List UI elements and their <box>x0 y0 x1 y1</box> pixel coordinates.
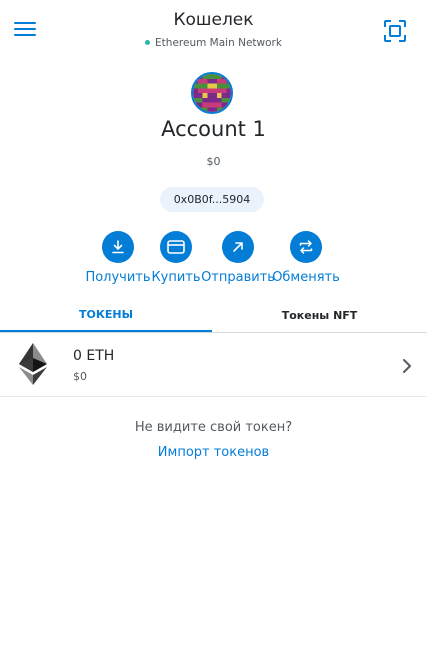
receive-icon <box>102 231 134 263</box>
ethereum-icon <box>19 343 47 385</box>
card-icon <box>160 231 192 263</box>
swap-label: Обменять <box>272 270 340 285</box>
swap-button[interactable]: Обменять <box>268 231 344 285</box>
action-bar: Получить Купить Отправить Обменять <box>0 231 427 291</box>
page-title: Кошелек <box>173 10 254 30</box>
network-status-dot <box>145 40 151 45</box>
address-copy-button[interactable]: 0x0B0f...5904 <box>160 187 264 212</box>
token-fiat-value: $0 <box>73 370 87 383</box>
account-name: Account 1 <box>161 117 266 141</box>
app-header: Кошелек Ethereum Main Network <box>0 0 427 62</box>
swap-icon <box>290 231 322 263</box>
send-arrow-icon <box>222 231 254 263</box>
asset-tabs: ТОКЕНЫ Токены NFT <box>0 298 427 333</box>
tab-nft[interactable]: Токены NFT <box>212 298 427 332</box>
send-button[interactable]: Отправить <box>200 231 276 285</box>
no-token-text: Не видите свой токен? <box>134 420 293 435</box>
network-label: Ethereum Main Network <box>155 36 282 49</box>
account-balance: $0 <box>206 155 221 168</box>
token-row[interactable]: 0 ETH $0 <box>0 333 427 397</box>
token-amount: 0 ETH <box>73 348 115 364</box>
title-block: Кошелек Ethereum Main Network <box>0 10 427 49</box>
account-avatar[interactable] <box>191 72 233 114</box>
network-selector[interactable]: Ethereum Main Network <box>145 37 282 49</box>
qr-scan-icon[interactable] <box>383 19 407 43</box>
send-label: Отправить <box>201 270 275 285</box>
import-tokens-link[interactable]: Импорт токенов <box>0 445 427 460</box>
chevron-right-icon <box>402 358 412 374</box>
tab-tokens[interactable]: ТОКЕНЫ <box>0 298 212 332</box>
